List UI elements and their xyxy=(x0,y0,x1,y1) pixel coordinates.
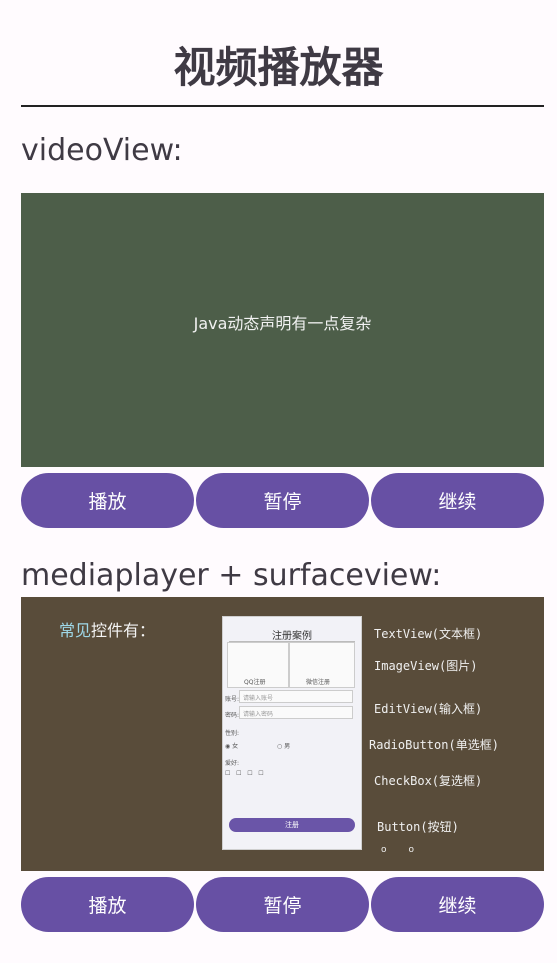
frame-heading-rest: 控件有： xyxy=(91,621,156,640)
frame-heading: 常见控件有： xyxy=(59,617,155,641)
annotation-imageview: ImageView(图片) xyxy=(374,659,478,673)
mediaplayer-pause-button[interactable]: 暂停 xyxy=(196,877,369,932)
mediaplayer-controls: 播放 暂停 继续 xyxy=(21,877,544,933)
gender-male-label: 男 xyxy=(284,743,291,750)
annotation-button: Button(按钮) xyxy=(377,820,459,834)
videoview-controls: 播放 暂停 继续 xyxy=(21,473,544,529)
videoview-section-label: videoView: xyxy=(21,133,183,168)
videoview-play-button[interactable]: 播放 xyxy=(21,473,194,528)
gender-label: 性别: xyxy=(225,730,240,737)
hobby-checkboxes: ☐ ☐ ☐ ☐ xyxy=(225,770,264,777)
page-title: 视频播放器 xyxy=(173,43,384,92)
mediaplayer-section-label: mediaplayer + surfaceview: xyxy=(21,558,442,593)
account-label: 账号: xyxy=(225,696,240,703)
qq-label: QQ注册 xyxy=(244,679,266,686)
gender-female-radio: ◉ 女 xyxy=(225,743,239,750)
phone-title: 注册案例 xyxy=(272,631,312,642)
gender-male-radio: ○ 男 xyxy=(277,743,291,750)
annotation-radiobutton: RadioButton(单选框) xyxy=(369,738,499,752)
password-label: 密码: xyxy=(225,712,240,719)
password-field: 请输入密码 xyxy=(239,706,353,719)
surfaceview-player[interactable]: 常见控件有： 注册案例 QQ注册 微信注册 账号: 请输入账号 密码: 请输入密… xyxy=(21,597,544,871)
annotation-editview: EditView(输入框) xyxy=(374,702,483,716)
title-divider xyxy=(21,105,544,107)
account-field: 请输入账号 xyxy=(239,690,353,703)
qq-tile: QQ注册 xyxy=(227,642,289,688)
phone-register-button: 注册 xyxy=(229,818,355,832)
phone-mockup: 注册案例 QQ注册 微信注册 账号: 请输入账号 密码: 请输入密码 性别: ◉… xyxy=(222,616,362,850)
annotation-checkbox: CheckBox(复选框) xyxy=(374,774,483,788)
hobby-label: 爱好: xyxy=(225,760,240,767)
videoview-pause-button[interactable]: 暂停 xyxy=(196,473,369,528)
wechat-tile: 微信注册 xyxy=(289,642,355,688)
decorative-dots: oo xyxy=(381,845,437,855)
mediaplayer-resume-button[interactable]: 继续 xyxy=(371,877,544,932)
videoview-player[interactable]: Java动态声明有一点复杂 xyxy=(21,193,544,467)
annotation-textview: TextView(文本框) xyxy=(374,627,483,641)
video-caption: Java动态声明有一点复杂 xyxy=(193,314,372,333)
account-placeholder: 请输入账号 xyxy=(243,695,274,702)
frame-heading-accent: 常见 xyxy=(59,621,92,640)
gender-female-label: 女 xyxy=(232,743,239,750)
wechat-label: 微信注册 xyxy=(306,679,331,686)
mediaplayer-play-button[interactable]: 播放 xyxy=(21,877,194,932)
videoview-resume-button[interactable]: 继续 xyxy=(371,473,544,528)
password-placeholder: 请输入密码 xyxy=(243,711,274,718)
